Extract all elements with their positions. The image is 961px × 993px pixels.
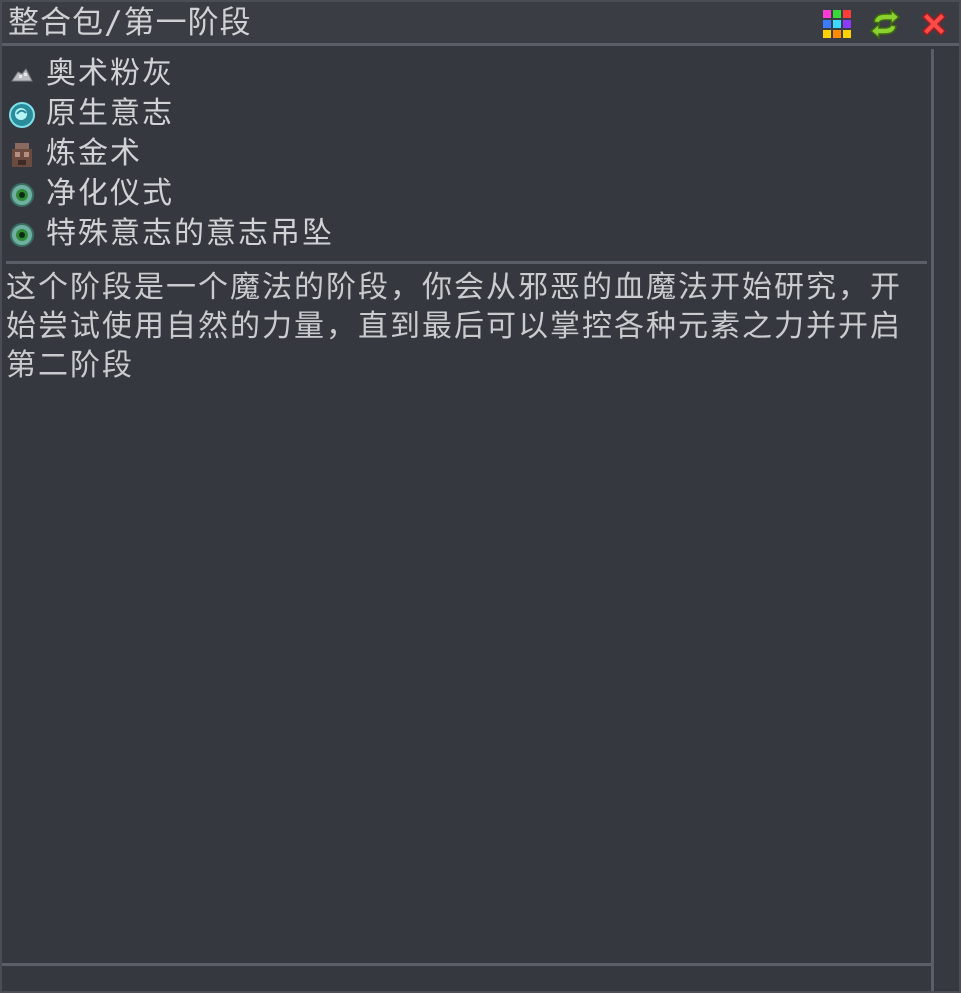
close-icon: [921, 11, 947, 37]
close-button[interactable]: [918, 8, 950, 40]
task-label: 奥术粉灰: [46, 56, 174, 91]
section-divider: [6, 261, 927, 264]
quest-window: 整合包/第一阶段 奥术粉灰 原生意志 炼金术 净化仪式 特殊意志的意志吊坠 这个…: [0, 0, 961, 993]
task-label: 净化仪式: [46, 176, 174, 211]
horizontal-scrollbar[interactable]: [2, 963, 931, 991]
window-title: 整合包/第一阶段: [8, 5, 252, 41]
task-item[interactable]: 炼金术: [2, 135, 931, 175]
vertical-scrollbar[interactable]: [931, 49, 959, 991]
purification-ritual-icon: [8, 181, 36, 209]
task-item[interactable]: 特殊意志的意志吊坠: [2, 215, 931, 255]
refresh-button[interactable]: [869, 8, 901, 40]
content-area: 奥术粉灰 原生意志 炼金术 净化仪式 特殊意志的意志吊坠 这个阶段是一个魔法的阶…: [2, 49, 931, 963]
alchemy-icon: [8, 141, 36, 169]
task-item[interactable]: 奥术粉灰: [2, 55, 931, 95]
quest-description: 这个阶段是一个魔法的阶段，你会从邪恶的血魔法开始研究，开始尝试使用自然的力量，直…: [6, 270, 902, 383]
task-label: 炼金术: [46, 136, 142, 171]
task-label: 原生意志: [46, 96, 174, 131]
refresh-icon: [869, 8, 901, 40]
will-pendant-icon: [8, 221, 36, 249]
title-bar: 整合包/第一阶段: [2, 2, 959, 46]
task-label: 特殊意志的意志吊坠: [46, 216, 334, 251]
task-item[interactable]: 净化仪式: [2, 175, 931, 215]
raw-will-icon: [8, 101, 36, 129]
vertical-scrollbar-thumb[interactable]: [935, 49, 959, 989]
grid-view-button[interactable]: [821, 8, 853, 40]
task-item[interactable]: 原生意志: [2, 95, 931, 135]
grid-icon: [823, 10, 851, 38]
arcane-dust-icon: [8, 61, 36, 89]
